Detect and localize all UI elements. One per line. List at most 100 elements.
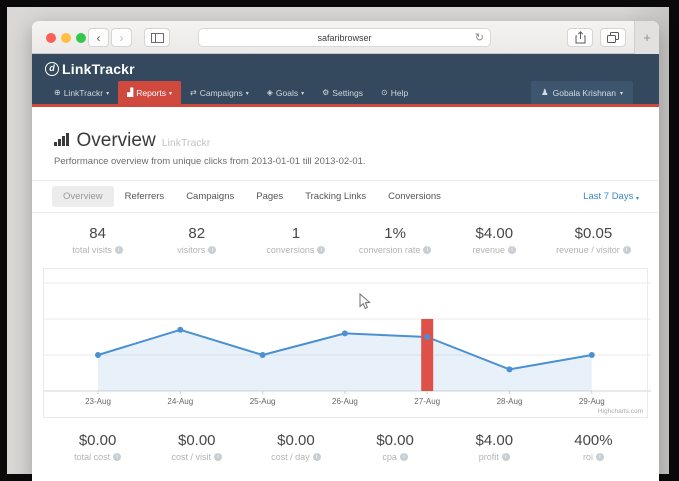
tab-conversions[interactable]: Conversions xyxy=(377,186,452,207)
stat-roi: 400% roii xyxy=(544,432,643,462)
stat-cost-day: $0.00 cost / dayi xyxy=(246,432,345,462)
stat-value: $4.00 xyxy=(445,432,544,449)
svg-text:26-Aug: 26-Aug xyxy=(332,397,358,406)
menu-label: LinkTrackr xyxy=(64,88,103,98)
stat-label: cpa xyxy=(382,452,397,462)
stat-value: 1 xyxy=(246,225,345,242)
stat-value: $0.00 xyxy=(246,432,345,449)
stat-cpa: $0.00 cpai xyxy=(346,432,445,462)
stat-conversions: 1 conversionsi xyxy=(246,225,345,255)
shuffle-icon: ⇄ xyxy=(190,88,197,97)
stat-value: $0.00 xyxy=(346,432,445,449)
info-icon[interactable]: i xyxy=(313,453,321,461)
page-title: Overview xyxy=(77,130,156,152)
menu-label: Goals xyxy=(276,88,298,98)
svg-text:25-Aug: 25-Aug xyxy=(250,397,276,406)
info-icon[interactable]: i xyxy=(508,246,516,254)
stat-label: total visits xyxy=(72,245,112,255)
info-icon[interactable]: i xyxy=(400,453,408,461)
tab-tracking-links[interactable]: Tracking Links xyxy=(294,186,377,207)
show-tabs-button[interactable] xyxy=(600,28,626,47)
stat-total-cost: $0.00 total costi xyxy=(48,432,147,462)
info-icon[interactable]: i xyxy=(623,246,631,254)
tab-referrers[interactable]: Referrers xyxy=(114,186,176,207)
zoom-window-button[interactable] xyxy=(76,33,86,43)
browser-titlebar: ‹ › safaribrowser ↻ xyxy=(32,21,659,54)
new-tab-button[interactable]: + xyxy=(634,21,659,54)
chevron-down-icon: ▾ xyxy=(246,90,249,97)
stat-label: roi xyxy=(583,452,593,462)
stat-conversion-rate: 1% conversion ratei xyxy=(346,225,445,255)
minimize-window-button[interactable] xyxy=(61,33,71,43)
report-tabs: Overview Referrers Campaigns Pages Track… xyxy=(32,180,659,213)
desktop-backdrop: ‹ › safaribrowser ↻ xyxy=(7,7,669,474)
user-menu[interactable]: ♟ Gobala Krishnan ▾ xyxy=(531,81,633,104)
stat-label: cost / visit xyxy=(172,452,212,462)
mouse-cursor-icon xyxy=(359,293,371,311)
stat-profit: $4.00 profiti xyxy=(445,432,544,462)
sidebar-icon xyxy=(151,33,164,43)
menu-item-reports[interactable]: ▟ Reports ▾ xyxy=(118,81,181,104)
stat-value: 82 xyxy=(147,225,246,242)
close-window-button[interactable] xyxy=(46,33,56,43)
chevron-down-icon: ▾ xyxy=(106,90,109,97)
info-icon[interactable]: i xyxy=(596,453,604,461)
info-icon[interactable]: i xyxy=(502,453,510,461)
svg-text:28-Aug: 28-Aug xyxy=(497,397,523,406)
date-range-selector[interactable]: Last 7 Days ▾ xyxy=(583,191,639,202)
menu-item-campaigns[interactable]: ⇄ Campaigns ▾ xyxy=(181,81,258,104)
tab-overview[interactable]: Overview xyxy=(52,186,114,207)
stat-cost-visit: $0.00 cost / visiti xyxy=(147,432,246,462)
stats-row-top: 84 total visitsi 82 visitorsi 1 conversi… xyxy=(32,213,659,268)
stat-value: $0.00 xyxy=(147,432,246,449)
info-icon[interactable]: i xyxy=(317,246,325,254)
url-text: safaribrowser xyxy=(317,33,371,43)
stat-label: total cost xyxy=(74,452,110,462)
stat-value: 1% xyxy=(346,225,445,242)
date-range-label: Last 7 Days xyxy=(583,191,633,202)
share-button[interactable] xyxy=(567,28,593,47)
stat-label: visitors xyxy=(177,245,205,255)
share-icon xyxy=(575,31,586,44)
menu-label: Settings xyxy=(332,88,363,98)
back-button[interactable]: ‹ xyxy=(88,28,109,47)
bar-chart-icon xyxy=(54,133,69,146)
stat-revenue-visitor: $0.05 revenue / visitori xyxy=(544,225,643,255)
reload-icon[interactable]: ↻ xyxy=(475,31,484,44)
sidebar-toggle-button[interactable] xyxy=(144,28,170,47)
stat-value: $4.00 xyxy=(445,225,544,242)
brand-row: d LinkTrackr xyxy=(32,54,659,81)
stat-value: $0.05 xyxy=(544,225,643,242)
tab-pages[interactable]: Pages xyxy=(245,186,294,207)
menu-label: Campaigns xyxy=(200,88,243,98)
info-icon[interactable]: i xyxy=(214,453,222,461)
forward-button[interactable]: › xyxy=(111,28,132,47)
menu-item-goals[interactable]: ◈ Goals ▾ xyxy=(258,81,313,104)
stat-revenue: $4.00 revenuei xyxy=(445,225,544,255)
target-icon: ◈ xyxy=(267,88,273,97)
info-icon[interactable]: i xyxy=(115,246,123,254)
window-controls xyxy=(46,33,86,43)
menu-item-settings[interactable]: ⚙ Settings xyxy=(313,81,372,104)
user-icon: ♟ xyxy=(541,87,549,98)
user-name: Gobala Krishnan xyxy=(553,88,616,98)
stat-total-visits: 84 total visitsi xyxy=(48,225,147,255)
info-icon[interactable]: i xyxy=(423,246,431,254)
menu-label: Help xyxy=(391,88,408,98)
info-icon[interactable]: i xyxy=(113,453,121,461)
tab-campaigns[interactable]: Campaigns xyxy=(175,186,245,207)
svg-text:23-Aug: 23-Aug xyxy=(85,397,111,406)
page-content: Overview LinkTrackr Performance overview… xyxy=(32,107,659,478)
chart-credit: Highcharts.com xyxy=(598,408,643,415)
menu-item-help[interactable]: ⊙ Help xyxy=(372,81,417,104)
stat-value: 400% xyxy=(544,432,643,449)
stat-visitors: 82 visitorsi xyxy=(147,225,246,255)
svg-text:24-Aug: 24-Aug xyxy=(167,397,193,406)
linktrackr-logo-icon: d xyxy=(45,62,59,76)
stat-label: conversions xyxy=(266,245,314,255)
menu-item-linktrackr[interactable]: ⊕ LinkTrackr ▾ xyxy=(45,81,118,104)
help-icon: ⊙ xyxy=(381,88,388,97)
address-bar[interactable]: safaribrowser ↻ xyxy=(198,28,491,47)
info-icon[interactable]: i xyxy=(208,246,216,254)
browser-window: ‹ › safaribrowser ↻ xyxy=(32,21,659,481)
